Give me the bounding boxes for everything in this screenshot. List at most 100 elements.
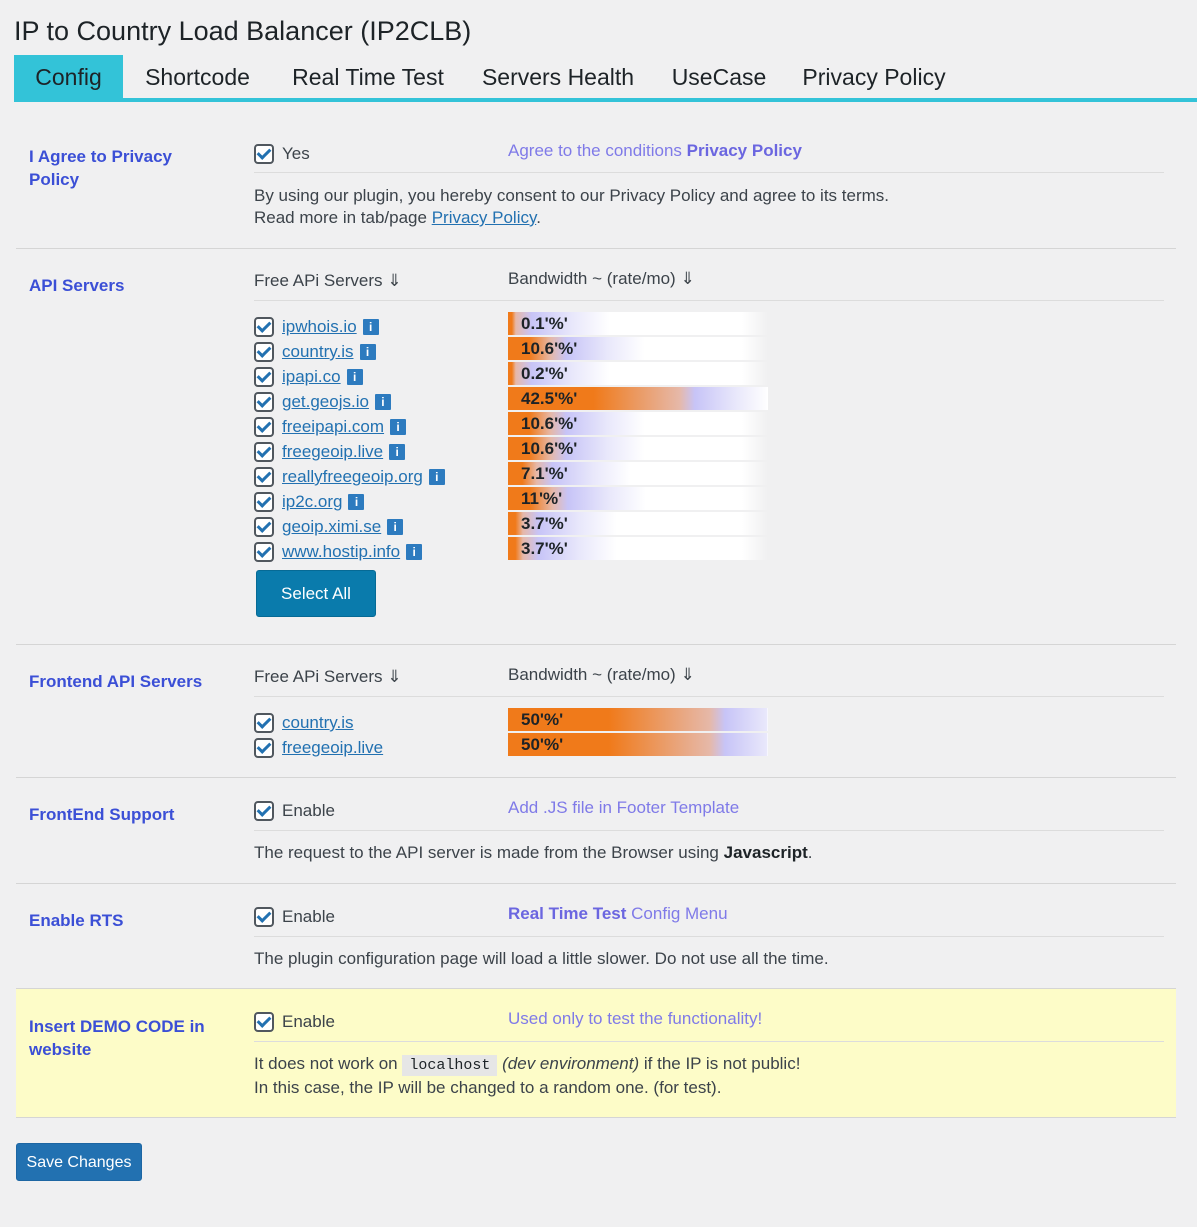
api-server-checkbox[interactable] [254, 391, 274, 412]
api-server-link[interactable]: country.is [282, 342, 354, 361]
api-bandwidth-bar: 10.6'%' [508, 337, 768, 360]
privacy-policy-link[interactable]: Privacy Policy [432, 208, 537, 227]
info-icon[interactable]: i [374, 393, 391, 410]
tab-real-time-test[interactable]: Real Time Test [282, 55, 454, 98]
demo-desc-line2: In this case, the IP will be changed to … [254, 1078, 722, 1097]
api-col-bandwidth-header[interactable]: Bandwidth ~ (rate/mo) ⇓ [508, 269, 695, 289]
api-bandwidth-value: 0.1'%' [521, 314, 568, 333]
info-icon[interactable]: i [359, 343, 376, 360]
frontend-server-checkbox[interactable] [254, 712, 274, 733]
tab-config[interactable]: Config [14, 55, 123, 98]
frontend-server-link[interactable]: freegeoip.live [282, 738, 383, 757]
api-server-link[interactable]: ip2c.org [282, 492, 342, 511]
api-server-link[interactable]: freeipapi.com [282, 417, 384, 436]
api-bandwidth-bar: 0.1'%' [508, 312, 768, 335]
frontend-col-bandwidth-header[interactable]: Bandwidth ~ (rate/mo) ⇓ [508, 665, 695, 685]
tab-privacy-policy[interactable]: Privacy Policy [794, 55, 954, 98]
api-server-item: www.hostip.info i [254, 538, 423, 563]
privacy-label: I Agree to Privacy Policy [29, 147, 172, 189]
frontend-support-description: The request to the API server is made fr… [254, 843, 813, 862]
api-server-item: ipapi.co i [254, 363, 363, 388]
page-title: IP to Country Load Balancer (IP2CLB) [14, 16, 472, 46]
demo-checkbox-label: Enable [282, 1011, 335, 1031]
frontend-support-checkbox-label: Enable [282, 800, 335, 820]
frontend-support-label: FrontEnd Support [29, 805, 175, 824]
api-col-servers-header[interactable]: Free APi Servers ⇓ [254, 271, 401, 291]
tab-shortcode[interactable]: Shortcode [132, 55, 263, 98]
frontend-server-checkbox[interactable] [254, 737, 274, 758]
rts-hint-link[interactable]: Real Time Test [508, 904, 626, 923]
api-server-checkbox[interactable] [254, 416, 274, 437]
info-icon[interactable]: i [362, 318, 379, 335]
demo-row: Insert DEMO CODE in website Enable Used … [16, 988, 1176, 1118]
api-server-item: reallyfreegeoip.org i [254, 463, 445, 488]
api-server-checkbox[interactable] [254, 541, 274, 562]
info-icon[interactable]: i [346, 368, 363, 385]
api-bandwidth-bar: 7.1'%' [508, 462, 768, 485]
api-server-checkbox[interactable] [254, 491, 274, 512]
api-bandwidth-value: 10.6'%' [521, 339, 578, 358]
api-bandwidth-value: 10.6'%' [521, 414, 578, 433]
privacy-checkbox-group: Yes [254, 143, 310, 164]
api-bandwidth-bar: 3.7'%' [508, 512, 768, 535]
frontend-support-checkbox[interactable] [254, 800, 274, 821]
select-all-button[interactable]: Select All [256, 570, 376, 617]
api-server-link[interactable]: get.geojs.io [282, 392, 369, 411]
api-server-checkbox[interactable] [254, 341, 274, 362]
api-bandwidth-value: 10.6'%' [521, 439, 578, 458]
rts-checkbox-label: Enable [282, 906, 335, 926]
frontend-servers-label: Frontend API Servers [29, 672, 203, 691]
api-bandwidth-value: 7.1'%' [521, 464, 568, 483]
rts-hint: Real Time Test Config Menu [508, 904, 728, 924]
api-server-item: geoip.ximi.se i [254, 513, 404, 538]
api-server-link[interactable]: ipwhois.io [282, 317, 357, 336]
frontend-bandwidth-value: 50'%' [521, 710, 564, 729]
api-server-checkbox[interactable] [254, 366, 274, 387]
tab-usecase[interactable]: UseCase [664, 55, 774, 98]
rts-row: Enable RTS Enable Real Time Test Config … [16, 884, 1176, 989]
info-icon[interactable]: i [348, 493, 365, 510]
api-server-checkbox[interactable] [254, 316, 274, 337]
demo-label: Insert DEMO CODE in website [29, 1017, 205, 1059]
api-server-link[interactable]: ipapi.co [282, 367, 341, 386]
frontend-server-item: country.is [254, 709, 354, 734]
rts-description: The plugin configuration page will load … [254, 949, 829, 968]
frontend-server-link[interactable]: country.is [282, 713, 354, 732]
frontend-server-item: freegeoip.live [254, 734, 383, 759]
info-icon[interactable]: i [406, 543, 423, 560]
api-bandwidth-bar: 0.2'%' [508, 362, 768, 385]
info-icon[interactable]: i [389, 443, 406, 460]
info-icon[interactable]: i [387, 518, 404, 535]
privacy-hint-link[interactable]: Privacy Policy [687, 141, 802, 160]
api-server-checkbox[interactable] [254, 466, 274, 487]
frontend-support-hint: Add .JS file in Footer Template [508, 798, 740, 817]
rts-hint-rest: Config Menu [631, 904, 728, 923]
api-bandwidth-value: 11'%' [521, 489, 563, 508]
api-server-link[interactable]: geoip.ximi.se [282, 517, 381, 536]
save-changes-button[interactable]: Save Changes [16, 1143, 142, 1181]
api-server-checkbox[interactable] [254, 441, 274, 462]
api-server-link[interactable]: reallyfreegeoip.org [282, 467, 423, 486]
api-server-item: freeipapi.com i [254, 413, 407, 438]
privacy-row: I Agree to Privacy Policy Yes Agree to t… [16, 118, 1176, 249]
privacy-checkbox[interactable] [254, 143, 274, 164]
api-server-link[interactable]: freegeoip.live [282, 442, 383, 461]
privacy-checkbox-label: Yes [282, 143, 310, 163]
api-server-link[interactable]: www.hostip.info [282, 542, 400, 561]
api-server-checkbox[interactable] [254, 516, 274, 537]
frontend-bandwidth-value: 50'%' [521, 735, 564, 754]
demo-checkbox[interactable] [254, 1011, 274, 1032]
api-bandwidth-bar: 42.5'%' [508, 387, 768, 410]
api-bandwidth-value: 3.7'%' [521, 539, 568, 558]
info-icon[interactable]: i [390, 418, 407, 435]
rts-checkbox[interactable] [254, 906, 274, 927]
api-bandwidth-value: 3.7'%' [521, 514, 568, 533]
frontend-col-servers-header[interactable]: Free APi Servers ⇓ [254, 667, 401, 687]
privacy-desc-line2: Read more in tab/page Privacy Policy. [254, 208, 541, 227]
demo-desc-line1: It does not work on localhost (dev envir… [254, 1054, 801, 1076]
info-icon[interactable]: i [428, 468, 445, 485]
api-bandwidth-bar: 3.7'%' [508, 537, 768, 560]
api-bandwidth-value: 0.2'%' [521, 364, 568, 383]
tab-servers-health[interactable]: Servers Health [472, 55, 644, 98]
tab-bar: Config Shortcode Real Time Test Servers … [14, 55, 1197, 102]
